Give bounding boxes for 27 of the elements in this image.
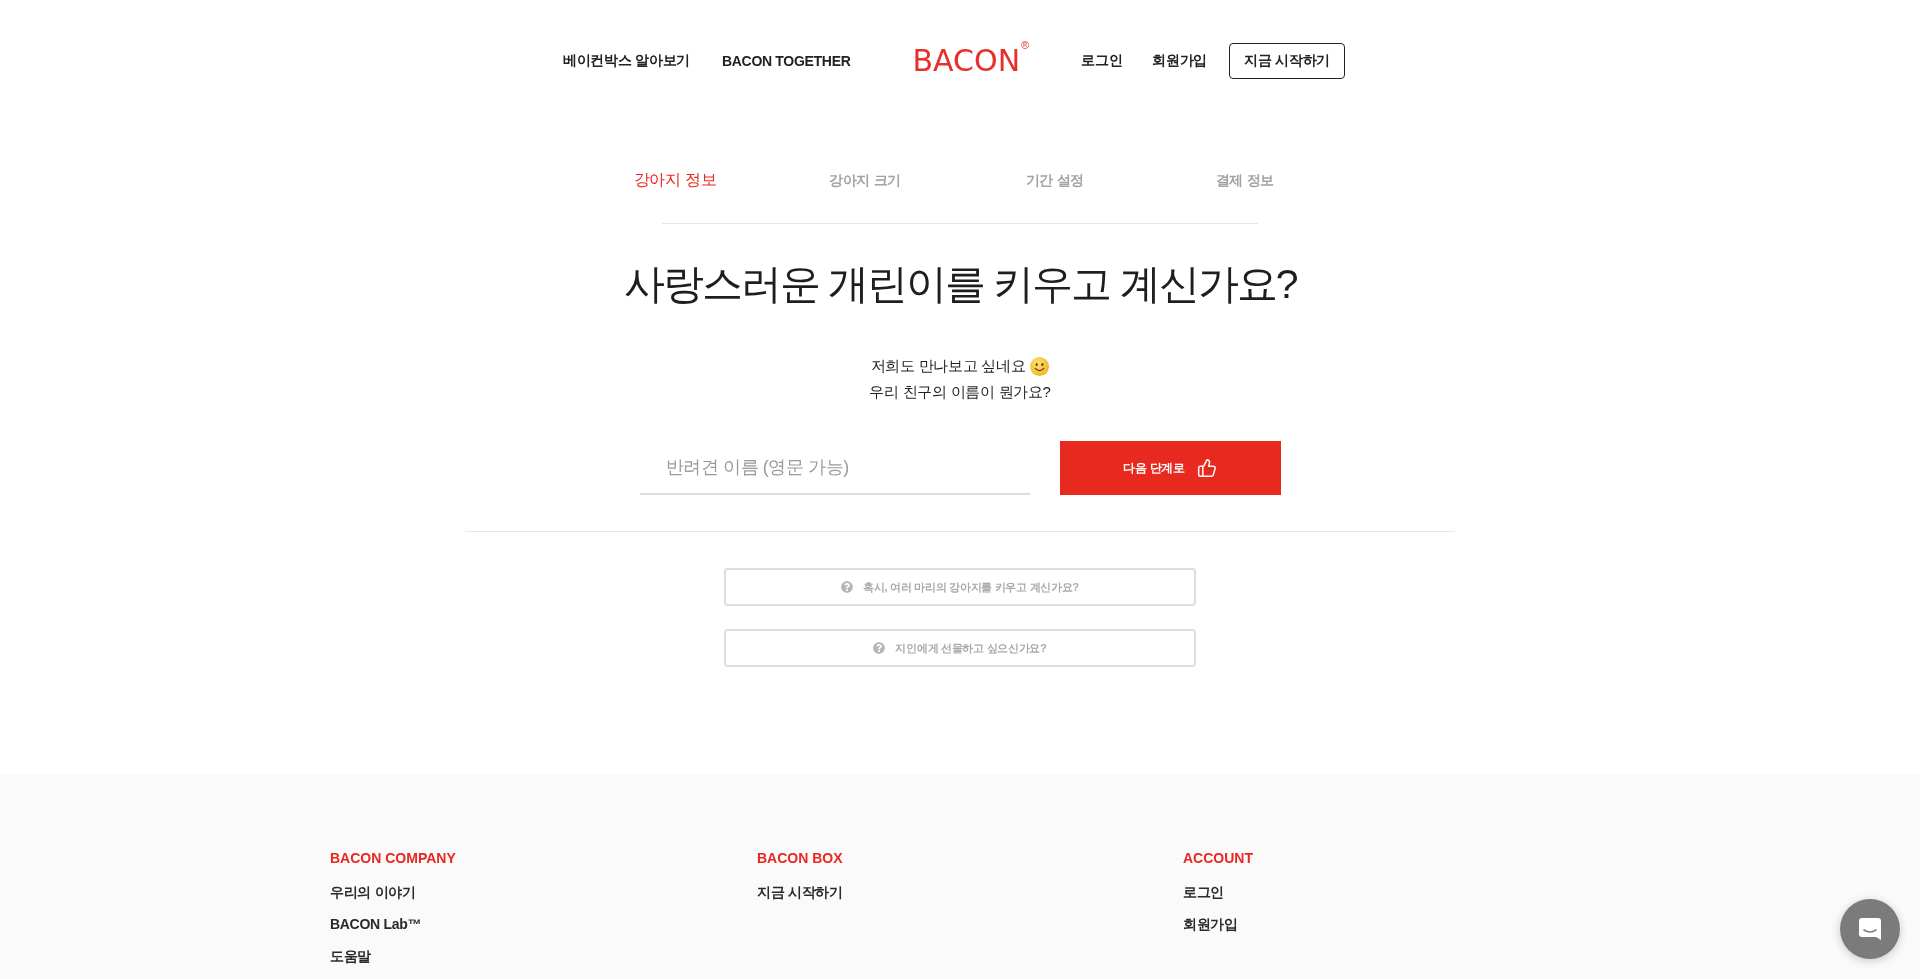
- registered-mark: ®: [1021, 40, 1030, 51]
- nav-link[interactable]: 회원가입: [1152, 52, 1208, 70]
- intro-text: 저희도 만나보고 싶네요: [870, 356, 1026, 376]
- nav-link[interactable]: BACON TOGETHER: [721, 53, 851, 69]
- footer-link[interactable]: 우리의 이야기: [330, 882, 416, 902]
- next-step-button[interactable]: 다음 단계로: [1059, 441, 1281, 495]
- start-button[interactable]: 지금 시작하기: [1229, 43, 1345, 79]
- footer-heading: BACON COMPANY: [330, 849, 456, 867]
- footer-heading: BACON BOX: [757, 849, 843, 867]
- chat-icon: [1858, 917, 1882, 941]
- logo-wordmark[interactable]: BACON: [912, 40, 1021, 82]
- help-icon: [841, 581, 854, 593]
- name-input[interactable]: 반려견 이름 (영문 가능): [639, 441, 1030, 495]
- footer-link[interactable]: 회원가입: [1183, 914, 1238, 934]
- smiley-icon: [1030, 356, 1050, 376]
- step-tab[interactable]: 강아지 정보: [633, 169, 717, 191]
- footer-link[interactable]: 도움말: [330, 946, 372, 966]
- nav-link[interactable]: 베이컨박스 알아보기: [563, 52, 690, 70]
- footer-link[interactable]: BACON Lab™: [330, 914, 422, 934]
- help-icon: [873, 642, 886, 654]
- nav-link[interactable]: 로그인: [1081, 52, 1123, 70]
- intro-text: 우리 친구의 이름이 뭔가요?: [869, 382, 1051, 402]
- footer-heading: ACCOUNT: [1183, 849, 1253, 867]
- footer-link[interactable]: 지금 시작하기: [757, 882, 843, 902]
- footer-link[interactable]: 로그인: [1183, 882, 1225, 902]
- question-title: 사랑스러운 개린이를 키우고 계신가요?: [623, 260, 1297, 309]
- thumbs-up-icon: [1196, 458, 1217, 478]
